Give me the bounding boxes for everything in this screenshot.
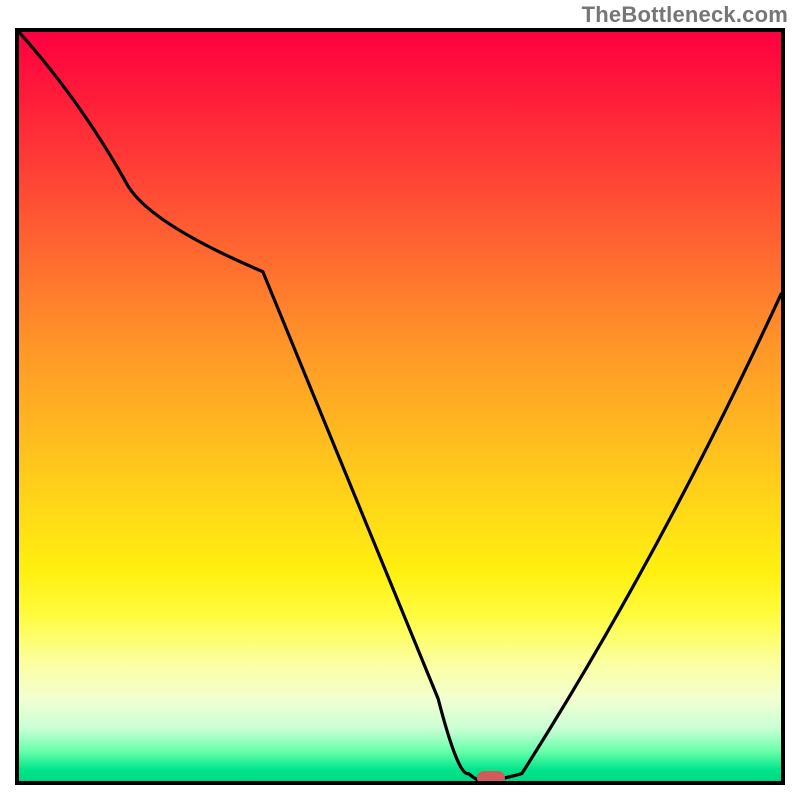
attribution-label: TheBottleneck.com: [582, 2, 788, 28]
bottleneck-curve: [19, 32, 781, 781]
plot-frame: [15, 28, 785, 785]
optimum-marker: [477, 771, 505, 785]
curve-path: [19, 32, 781, 781]
chart-container: TheBottleneck.com: [0, 0, 800, 800]
